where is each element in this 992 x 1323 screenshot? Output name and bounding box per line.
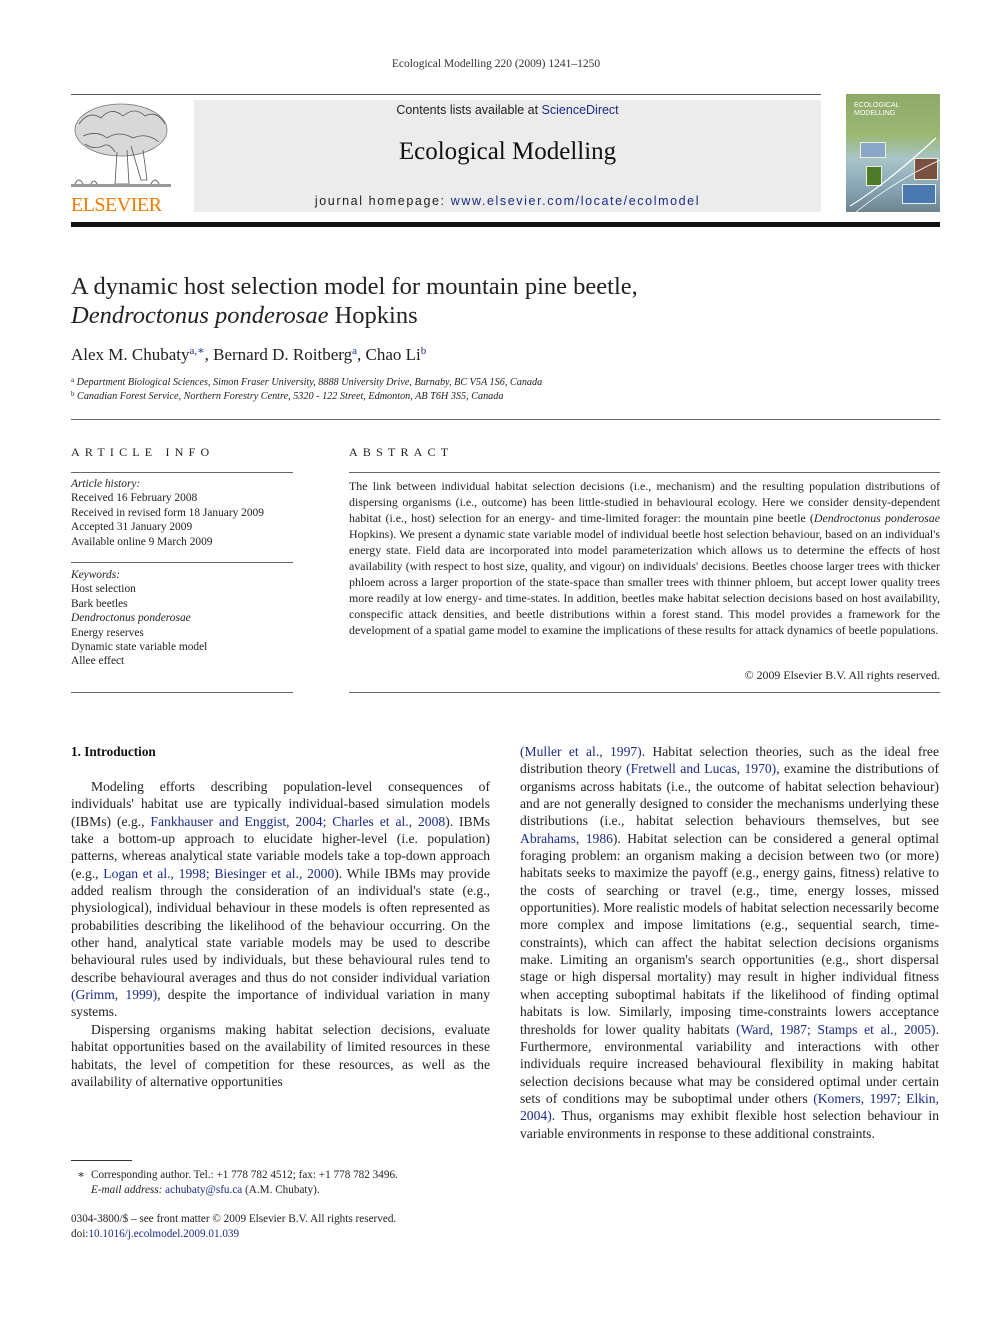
body-column-right: (Muller et al., 1997). Habitat selection… xyxy=(520,743,939,1142)
author-list: Alex M. Chubatya,∗, Bernard D. Roitberga… xyxy=(71,344,426,365)
author-affil-mark[interactable]: b xyxy=(421,345,427,357)
affiliation-mark: b xyxy=(71,390,75,398)
article-info-rule xyxy=(71,472,293,473)
affiliation-text: Department Biological Sciences, Simon Fr… xyxy=(76,377,543,388)
body-column-left: Modeling efforts describing population-l… xyxy=(71,778,490,1090)
author-name[interactable]: Bernard D. Roitberg xyxy=(213,345,352,364)
article-info-heading: ARTICLE INFO xyxy=(71,445,215,459)
email-suffix: (A.M. Chubaty). xyxy=(242,1184,320,1196)
email-link[interactable]: achubaty@sfu.ca xyxy=(165,1184,242,1196)
keyword: Energy reserves xyxy=(71,626,144,639)
author-name[interactable]: Chao Li xyxy=(366,345,421,364)
journal-masthead: Contents lists available at ScienceDirec… xyxy=(194,100,821,212)
history-item: Received in revised form 18 January 2009 xyxy=(71,506,264,519)
sciencedirect-link[interactable]: ScienceDirect xyxy=(542,103,619,117)
citation-link[interactable]: Abrahams, 1986 xyxy=(520,831,613,846)
citation-link[interactable]: (Ward, 1987; Stamps et al., 2005) xyxy=(736,1022,936,1037)
doi-link[interactable]: 10.1016/j.ecolmodel.2009.01.039 xyxy=(88,1228,239,1240)
author-separator: , xyxy=(204,345,214,364)
paragraph: (Muller et al., 1997). Habitat selection… xyxy=(520,743,939,1142)
title-authority: Hopkins xyxy=(328,302,418,329)
affiliation-text: Canadian Forest Service, Northern Forest… xyxy=(77,391,504,402)
abstract-copyright: © 2009 Elsevier B.V. All rights reserved… xyxy=(744,668,940,682)
author-affil-mark[interactable]: a,∗ xyxy=(190,345,205,357)
journal-cover-thumbnail-icon[interactable]: ECOLOGICAL MODELLING xyxy=(846,94,940,212)
running-head: Ecological Modelling 220 (2009) 1241–125… xyxy=(391,58,601,70)
paragraph: Dispersing organisms making habitat sele… xyxy=(71,1021,490,1090)
keywords: Keywords: Host selection Bark beetles De… xyxy=(71,568,293,669)
keyword: Allee effect xyxy=(71,655,125,668)
history-item: Received 16 February 2008 xyxy=(71,492,198,505)
abstract-heading: ABSTRACT xyxy=(349,445,454,459)
author-name[interactable]: Alex M. Chubaty xyxy=(71,345,190,364)
citation-link[interactable]: (Muller et al., 1997) xyxy=(520,744,642,759)
contents-prefix: Contents lists available at xyxy=(396,103,542,117)
journal-name: Ecological Modelling xyxy=(398,138,617,165)
cover-curve-icon xyxy=(849,137,940,212)
title-line-1: A dynamic host selection model for mount… xyxy=(71,273,638,300)
abstract-rule xyxy=(349,472,940,473)
footnote-mark: ∗ xyxy=(77,1169,85,1181)
history-item: Available online 9 March 2009 xyxy=(71,535,213,548)
keyword: Host selection xyxy=(71,583,136,596)
article-info-rule xyxy=(71,562,293,563)
title-line-2: Dendroctonus ponderosae Hopkins xyxy=(71,301,931,330)
keywords-label: Keywords: xyxy=(71,569,120,581)
article-title: A dynamic host selection model for mount… xyxy=(71,272,931,330)
publisher-wordmark: ELSEVIER xyxy=(71,194,162,216)
abstract-text: The link between individual habitat sele… xyxy=(349,478,940,638)
publisher-logo[interactable]: ELSEVIER xyxy=(71,100,189,216)
doi-prefix: doi: xyxy=(71,1228,89,1240)
front-matter: 0304-3800/$ – see front matter © 2009 El… xyxy=(71,1212,396,1242)
history-label: Article history: xyxy=(71,478,141,490)
email-label: E-mail address: xyxy=(91,1184,163,1196)
footnote-rule xyxy=(71,1160,132,1161)
body-text: . Thus, organisms may exhibit flexible h… xyxy=(520,1108,939,1141)
contents-line: Contents lists available at ScienceDirec… xyxy=(194,103,821,117)
title-species: Dendroctonus ponderosae xyxy=(71,302,329,329)
body-text: ). Habitat selection can be considered a… xyxy=(520,830,939,1037)
homepage-link[interactable]: www.elsevier.com/locate/ecolmodel xyxy=(451,194,700,208)
author-separator: , xyxy=(357,345,366,364)
keyword: Dendroctonus ponderosae xyxy=(71,612,191,625)
corresponding-author-footnote: ∗ Corresponding author. Tel.: +1 778 782 … xyxy=(71,1168,398,1198)
header-rule xyxy=(71,94,821,95)
affiliation-mark: a xyxy=(71,376,75,384)
section-heading-introduction: 1. Introduction xyxy=(71,744,156,759)
body-text: ). While IBMs may provide added realism … xyxy=(71,865,491,985)
footnote-line: E-mail address: achubaty@sfu.ca (A.M. Ch… xyxy=(71,1183,398,1198)
abstract-rule xyxy=(349,692,940,693)
homepage-prefix: journal homepage: xyxy=(314,194,451,208)
journal-homepage: journal homepage: www.elsevier.com/locat… xyxy=(194,194,821,208)
footnote-text: Corresponding author. Tel.: +1 778 782 4… xyxy=(91,1169,398,1181)
citation-link[interactable]: Logan et al., 1998; Biesinger et al., 20… xyxy=(103,866,334,881)
citation-link[interactable]: (Grimm, 1999) xyxy=(71,987,157,1002)
footnote-line: ∗ Corresponding author. Tel.: +1 778 782 … xyxy=(71,1168,398,1183)
citation-link[interactable]: Fankhauser and Enggist, 2004; Charles et… xyxy=(150,814,445,829)
affiliation: a Department Biological Sciences, Simon … xyxy=(71,376,542,388)
keyword: Bark beetles xyxy=(71,597,128,610)
issn-line: 0304-3800/$ – see front matter © 2009 El… xyxy=(71,1213,397,1225)
body-text: Dispersing organisms making habitat sele… xyxy=(71,1021,490,1089)
header-thick-rule xyxy=(71,222,940,227)
paragraph: Modeling efforts describing population-l… xyxy=(71,778,490,1021)
keyword: Dynamic state variable model xyxy=(71,641,208,654)
section-divider xyxy=(71,419,940,420)
doi-line: doi:10.1016/j.ecolmodel.2009.01.039 xyxy=(71,1227,396,1242)
article-info-rule xyxy=(71,692,293,693)
affiliation: b Canadian Forest Service, Northern Fore… xyxy=(71,390,503,402)
article-history: Article history: Received 16 February 20… xyxy=(71,477,293,549)
elsevier-tree-logo-icon xyxy=(71,100,171,192)
history-item: Accepted 31 January 2009 xyxy=(71,521,193,534)
citation-link[interactable]: (Fretwell and Lucas, 1970) xyxy=(626,761,776,776)
abstract-part: Hopkins). We present a dynamic state var… xyxy=(349,527,940,637)
abstract-species: Dendroctonus ponderosae xyxy=(813,511,940,525)
